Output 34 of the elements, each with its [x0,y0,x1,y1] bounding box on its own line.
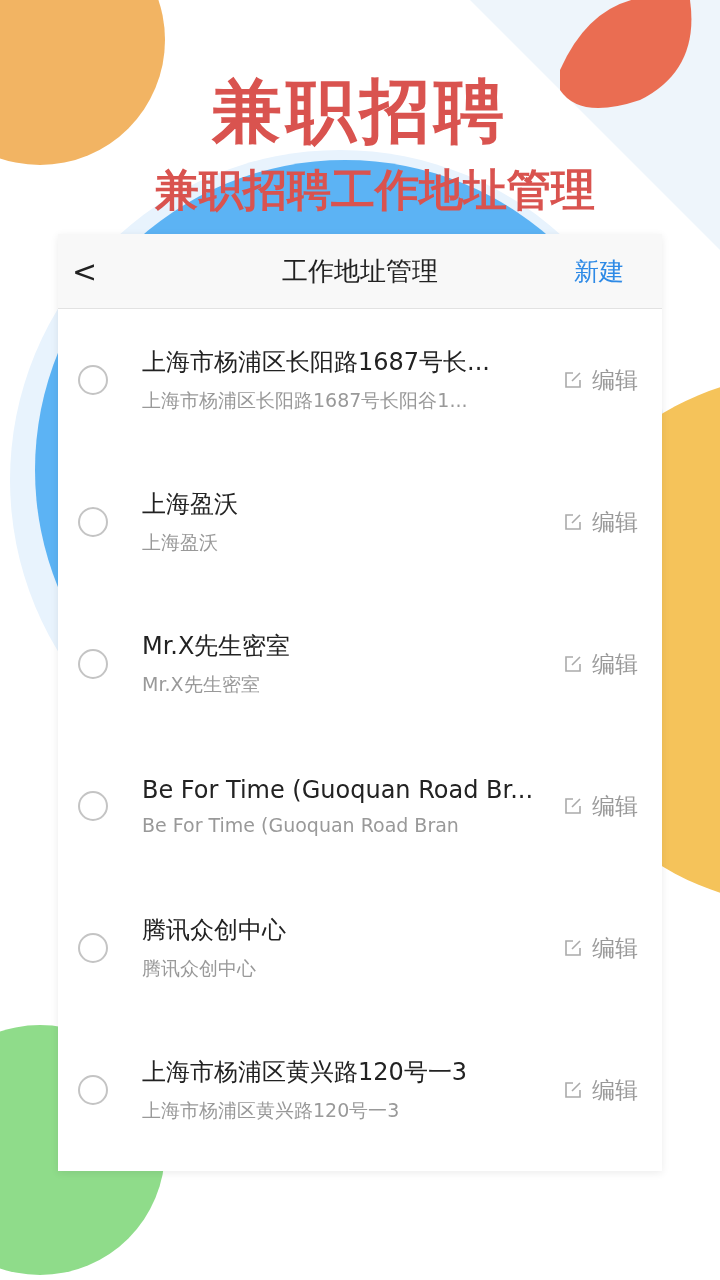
edit-button[interactable]: 编辑 [592,790,638,822]
new-button[interactable]: 新建 [468,254,648,288]
edit-button[interactable]: 编辑 [592,932,638,964]
address-detail: 上海市杨浦区长阳路1687号长阳谷1... [142,388,469,413]
radio-button[interactable] [78,791,108,821]
address-name: 腾讯众创中心 [142,915,287,946]
radio-button[interactable] [78,507,108,537]
edit-icon[interactable] [564,939,582,957]
address-name: 上海市杨浦区黄兴路120号一3 [142,1057,469,1088]
edit-button[interactable]: 编辑 [592,506,638,538]
address-detail: 上海市杨浦区黄兴路120号一3 [142,1098,401,1123]
edit-icon[interactable] [564,371,582,389]
radio-button[interactable] [78,933,108,963]
page-title: 工作地址管理 [281,254,439,288]
address-detail: 上海盈沃 [142,530,219,555]
edit-icon[interactable] [564,1081,582,1099]
edit-icon[interactable] [564,655,582,673]
address-name: Be For Time (Guoquan Road Br... [142,776,532,804]
radio-button[interactable] [78,649,108,679]
radio-button[interactable] [78,1075,108,1105]
edit-button[interactable]: 编辑 [592,648,638,680]
address-detail: Be For Time (Guoquan Road Bran [142,814,460,836]
address-name: Mr.X先生密室 [142,631,292,662]
edit-button[interactable]: 编辑 [592,1074,638,1106]
edit-icon[interactable] [564,797,582,815]
edit-icon[interactable] [564,513,582,531]
radio-button[interactable] [78,365,108,395]
address-name: 上海盈沃 [142,489,239,520]
address-detail: Mr.X先生密室 [142,672,261,697]
back-button[interactable]: < [72,253,252,289]
banner-title: 兼职招聘 [212,69,508,154]
address-name: 上海市杨浦区长阳路1687号长... [142,347,491,378]
edit-button[interactable]: 编辑 [592,364,638,396]
address-detail: 腾讯众创中心 [142,956,257,981]
